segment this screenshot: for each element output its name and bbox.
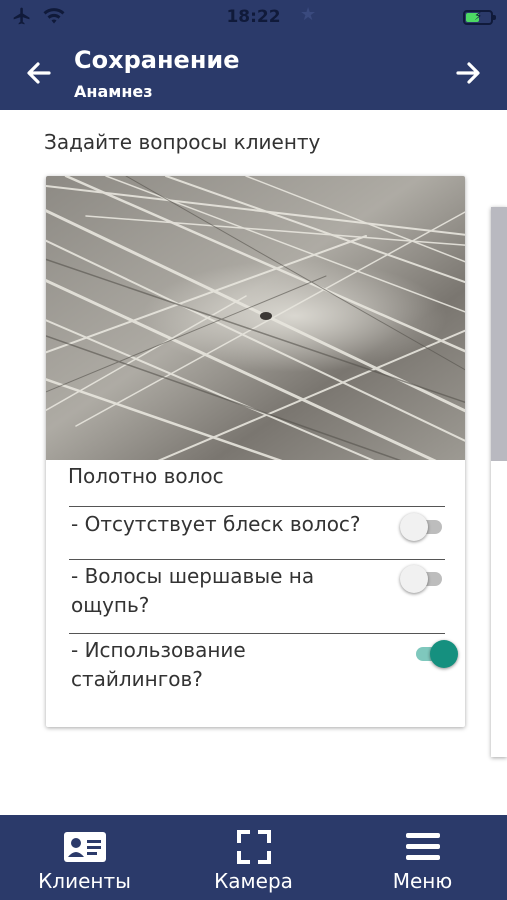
- page-subtitle: Анамнез: [74, 82, 153, 101]
- status-bar: 18:22 ★ ⚡: [0, 0, 507, 36]
- question-2: - Волосы шершавые на ощупь?: [71, 564, 315, 617]
- bottom-nav: Клиенты Камера Меню: [0, 815, 507, 900]
- forward-button[interactable]: [451, 56, 485, 90]
- arrow-left-icon: [27, 62, 51, 84]
- id-card-icon: [63, 832, 106, 862]
- divider: [69, 506, 445, 507]
- question-3: - Использование стайлингов?: [71, 638, 246, 691]
- divider: [69, 559, 445, 560]
- status-time: 18:22: [226, 7, 281, 27]
- divider: [69, 633, 445, 634]
- nav-label-clients: Клиенты: [38, 869, 131, 893]
- battery-charging-icon: ⚡: [463, 9, 496, 25]
- next-card-preview[interactable]: [491, 207, 507, 757]
- app-header: Сохранение Анамнез: [0, 36, 507, 110]
- question-1-toggle[interactable]: [400, 512, 448, 542]
- question-1: - Отсутствует блеск волос?: [71, 512, 361, 536]
- questions-prompt: Задайте вопросы клиенту: [44, 130, 321, 154]
- nav-label-menu: Меню: [392, 869, 453, 893]
- nav-item-menu[interactable]: Меню: [338, 815, 507, 900]
- hair-microscope-image: [46, 176, 465, 460]
- question-card: Полотно волос - Отсутствует блеск волос?…: [46, 176, 465, 727]
- nav-item-camera[interactable]: Камера: [169, 815, 338, 900]
- page-title: Сохранение: [74, 46, 240, 74]
- card-title: Полотно волос: [68, 464, 224, 488]
- arrow-right-icon: [456, 62, 480, 84]
- nav-item-clients[interactable]: Клиенты: [0, 815, 169, 900]
- back-button[interactable]: [22, 56, 56, 90]
- nav-label-camera: Камера: [214, 869, 293, 893]
- camera-frame-icon: [236, 830, 271, 864]
- question-3-toggle[interactable]: [410, 639, 458, 669]
- menu-icon: [405, 833, 440, 860]
- question-2-toggle[interactable]: [400, 564, 448, 594]
- star-icon: ★: [300, 4, 317, 25]
